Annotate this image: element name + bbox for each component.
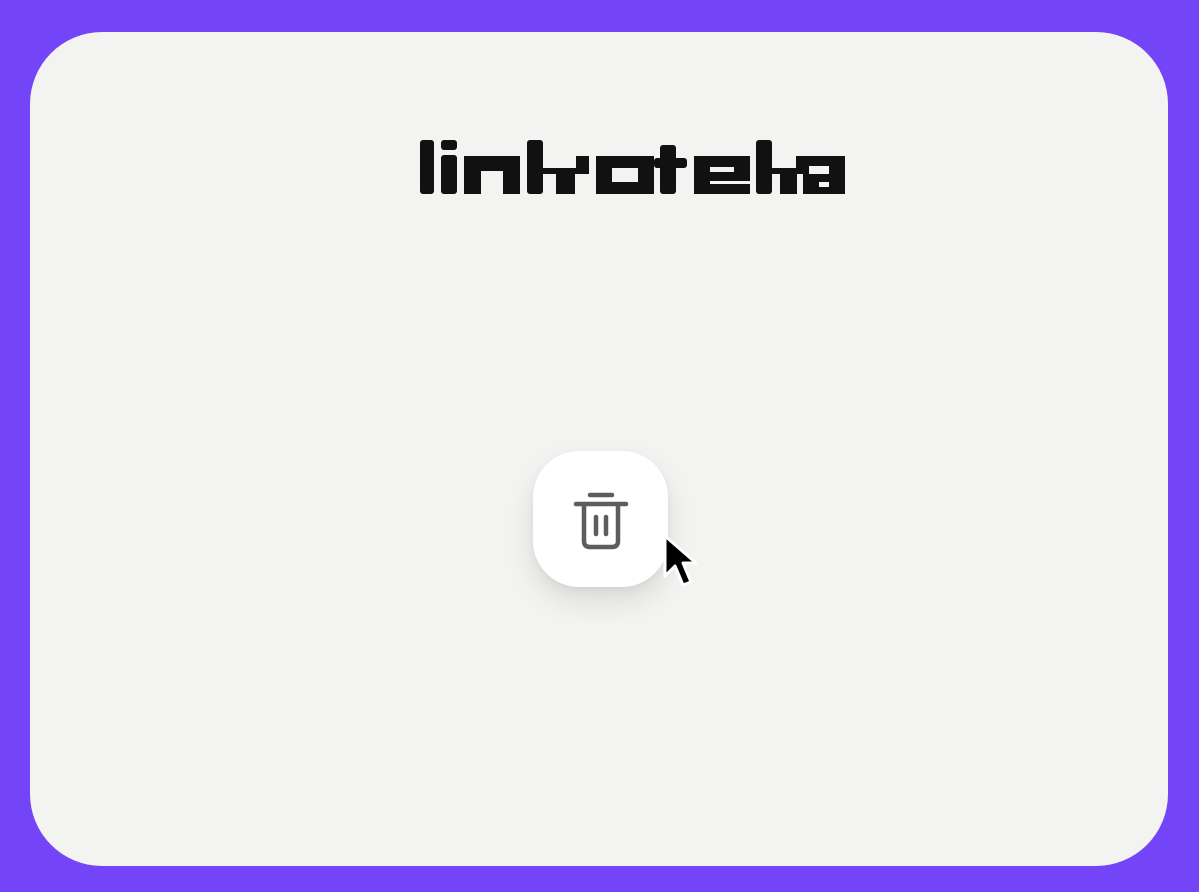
linkoteka-logo [420, 140, 845, 194]
app-card [30, 32, 1168, 866]
delete-button[interactable] [533, 451, 668, 587]
mouse-pointer-icon [663, 534, 698, 587]
trash-icon [573, 492, 628, 550]
